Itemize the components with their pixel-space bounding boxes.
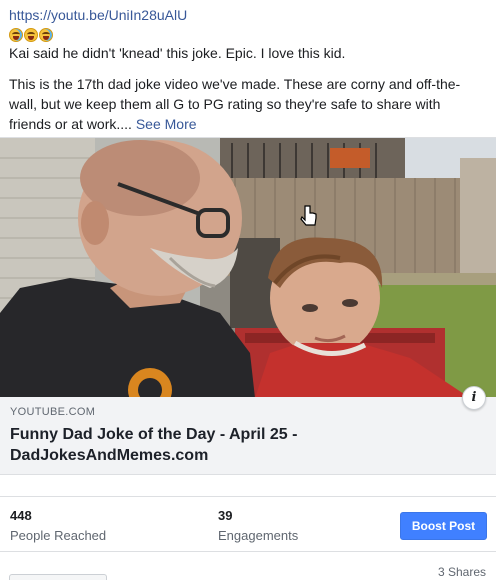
grin-sweat-emoji-icon — [24, 27, 38, 42]
boost-post-button[interactable]: Boost Post — [400, 512, 487, 540]
post-body-line: wall, but we keep them all G to PG ratin… — [9, 96, 441, 112]
divider — [0, 496, 496, 497]
post-body: This is the 17th dad joke video we've ma… — [9, 74, 489, 134]
link-domain: YOUTUBE.COM — [10, 406, 96, 418]
engagements-stat[interactable]: 39 Engagements — [218, 508, 298, 543]
link-preview-card[interactable]: i YOUTUBE.COM Funny Dad Joke of the Day … — [0, 386, 496, 475]
link-title-line: DadJokesAndMemes.com — [10, 447, 209, 464]
video-thumbnail[interactable] — [0, 137, 496, 397]
divider — [0, 551, 496, 552]
rofl-emoji-icon — [9, 27, 23, 42]
emoji-row — [9, 25, 489, 44]
link-title-line: Funny Dad Joke of the Day - April 25 - — [10, 426, 298, 443]
laughing-emoji-icon — [39, 27, 53, 42]
engagements-value: 39 — [218, 508, 233, 523]
see-more-link[interactable]: See More — [136, 116, 197, 132]
thumbnail-image — [0, 138, 496, 397]
post-body-tail: friends or at work.... — [9, 116, 132, 132]
people-reached-value: 448 — [10, 508, 32, 523]
post-caption: Kai said he didn't 'knead' this joke. Ep… — [9, 45, 346, 61]
shares-count[interactable]: 3 Shares — [438, 565, 486, 579]
post-body-line: This is the 17th dad joke video we've ma… — [9, 76, 461, 92]
video-link[interactable]: https://youtu.be/UniIn28uAlU — [9, 6, 489, 25]
info-icon[interactable]: i — [462, 386, 486, 410]
post-text: https://youtu.be/UniIn28uAlU Kai said he… — [9, 6, 489, 134]
link-title[interactable]: Funny Dad Joke of the Day - April 25 - D… — [10, 424, 330, 466]
people-reached-stat[interactable]: 448 People Reached — [10, 508, 106, 543]
post-body-line: friends or at work.... See More — [9, 114, 489, 134]
people-reached-label: People Reached — [10, 528, 107, 543]
partial-button[interactable] — [9, 574, 107, 580]
engagements-label: Engagements — [218, 528, 299, 543]
